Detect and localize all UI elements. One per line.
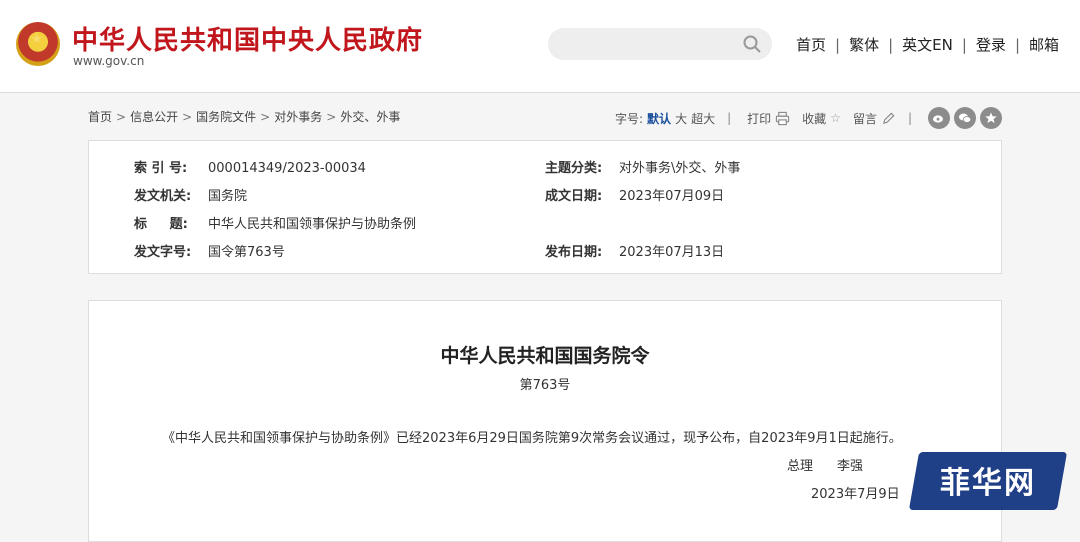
font-default-button[interactable]: 默认 [647, 110, 671, 127]
article-body: 《中华人民共和国领事保护与协助条例》已经2023年6月29日国务院第9次常务会议… [162, 431, 902, 446]
search-box [548, 28, 772, 60]
breadcrumb: 首页 > 信息公开 > 国务院文件 > 对外事务 > 外交、外事 [88, 110, 401, 124]
signer-role: 总理 [787, 459, 814, 474]
watermark-logo: 菲华网 [904, 444, 1072, 518]
search-input[interactable] [562, 34, 736, 56]
favorite-button[interactable]: 收藏 [802, 110, 826, 127]
font-xlarge-button[interactable]: 超大 [691, 110, 715, 127]
crumb-toolbar: 首页 > 信息公开 > 国务院文件 > 对外事务 > 外交、外事 字号: 默认 大 超大 | 打… [88, 107, 1002, 129]
nav-english-link[interactable]: 英文EN [902, 36, 953, 54]
top-nav: 首页 | 繁体 | 英文EN | 登录 | 邮箱 [796, 36, 1060, 54]
meta-issuer: 发文机关: 国务院 [134, 189, 248, 204]
nav-home-link[interactable]: 首页 [796, 36, 826, 54]
comment-button[interactable]: 留言 [853, 110, 877, 127]
nav-mail-link[interactable]: 邮箱 [1029, 36, 1059, 54]
site-title[interactable]: 中华人民共和国中央人民政府 [72, 20, 423, 57]
breadcrumb-foreign-affairs[interactable]: 对外事务 [274, 110, 322, 124]
article-title: 中华人民共和国国务院令 [440, 345, 650, 367]
wechat-share-icon[interactable] [954, 107, 976, 129]
weibo-share-icon[interactable] [928, 107, 950, 129]
search-icon[interactable] [742, 34, 762, 54]
breadcrumb-diplomacy[interactable]: 外交、外事 [340, 110, 400, 124]
watermark-text: 菲华网 [940, 466, 1036, 501]
article-date: 2023年7月9日 [811, 487, 900, 502]
site-header: ★ 中华人民共和国中央人民政府 www.gov.cn 首页 | 繁体 | 英文EN | 登录… [0, 0, 1080, 93]
font-size-label: 字号: [615, 111, 644, 126]
breadcrumb-home[interactable]: 首页 [88, 110, 112, 124]
article-tools: 字号: 默认 大 超大 | 打印 收藏 ☆ 留言 | [611, 107, 1002, 129]
star-icon[interactable]: ☆ [830, 111, 841, 125]
nav-login-link[interactable]: 登录 [976, 36, 1006, 54]
meta-title: 标 题: 中华人民共和国领事保护与协助条例 [134, 217, 417, 232]
article-signature: 总理 李强 [787, 455, 863, 474]
font-large-button[interactable]: 大 [675, 110, 687, 127]
document-metadata: 索 引 号: 000014349/2023-00034 主题分类: 对外事务\外交、… [88, 140, 1002, 274]
meta-topic: 主题分类: 对外事务\外交、外事 [545, 161, 741, 176]
signer-name: 李强 [837, 459, 864, 474]
favorite-share-icon[interactable] [980, 107, 1002, 129]
article-number: 第763号 [519, 378, 571, 393]
pencil-icon[interactable] [881, 111, 896, 126]
printer-icon[interactable] [775, 111, 790, 126]
breadcrumb-state-council-docs[interactable]: 国务院文件 [196, 110, 256, 124]
print-button[interactable]: 打印 [747, 110, 771, 127]
meta-document-number: 发文字号: 国令第763号 [134, 245, 285, 260]
breadcrumb-info-public[interactable]: 信息公开 [130, 110, 178, 124]
article-content: 中华人民共和国国务院令 第763号 《中华人民共和国领事保护与协助条例》已经20… [88, 300, 1002, 542]
meta-index: 索 引 号: 000014349/2023-00034 [134, 161, 366, 176]
nav-traditional-link[interactable]: 繁体 [849, 36, 879, 54]
national-emblem-icon[interactable]: ★ [16, 22, 60, 66]
meta-written-date: 成文日期: 2023年07月09日 [545, 189, 725, 204]
site-domain: www.gov.cn [73, 54, 145, 68]
meta-published-date: 发布日期: 2023年07月13日 [545, 245, 725, 260]
